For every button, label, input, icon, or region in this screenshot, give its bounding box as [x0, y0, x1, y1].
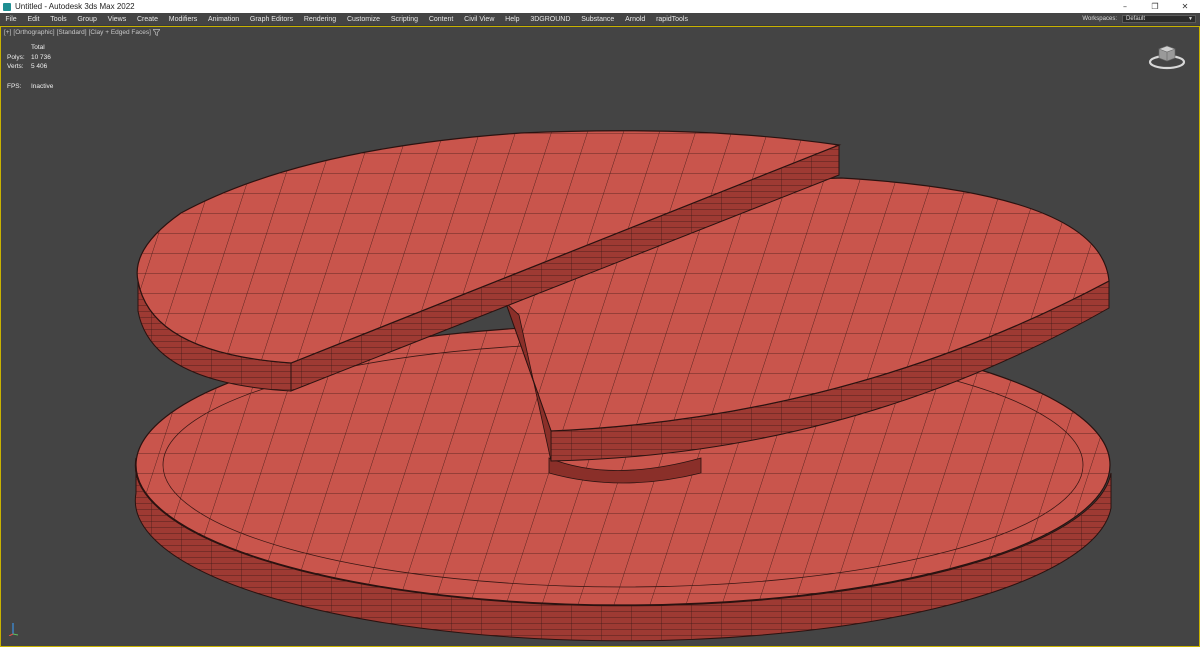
minimize-button[interactable]: –: [1110, 0, 1140, 13]
menu-substance[interactable]: Substance: [576, 16, 620, 23]
stats-fps-value: Inactive: [31, 82, 54, 90]
menu-content[interactable]: Content: [423, 16, 458, 23]
workspaces-control: Workspaces: Default ▼: [1082, 15, 1196, 23]
stats-header: Total: [31, 44, 45, 51]
title-bar: Untitled - Autodesk 3ds Max 2022 – ❐ ✕: [0, 0, 1200, 13]
menu-bar: File Edit Tools Group Views Create Modif…: [0, 13, 1200, 26]
viewcube-icon[interactable]: [1147, 41, 1187, 71]
restore-button[interactable]: ❐: [1140, 0, 1170, 13]
stats-fps-row: FPS: Inactive: [7, 82, 53, 92]
stats-fps-label: FPS:: [7, 82, 22, 90]
filter-icon[interactable]: [152, 29, 160, 36]
window-title: Untitled - Autodesk 3ds Max 2022: [15, 2, 135, 11]
menu-edit[interactable]: Edit: [22, 16, 45, 23]
menu-3dground[interactable]: 3DGROUND: [525, 16, 576, 23]
stats-polys-row: Polys: 10 736: [7, 53, 53, 63]
workspaces-dropdown[interactable]: Default ▼: [1122, 15, 1196, 23]
viewport-menu-plus[interactable]: [+]: [4, 29, 11, 36]
stats-polys-label: Polys:: [7, 53, 25, 61]
close-button[interactable]: ✕: [1170, 0, 1200, 13]
menu-customize[interactable]: Customize: [342, 16, 386, 23]
menu-graph-editors[interactable]: Graph Editors: [245, 16, 299, 23]
menu-rapidtools[interactable]: rapidTools: [651, 16, 694, 23]
menu-group[interactable]: Group: [72, 16, 102, 23]
menu-rendering[interactable]: Rendering: [298, 16, 341, 23]
scene-canvas[interactable]: [1, 27, 1199, 646]
window-controls: – ❐ ✕: [1110, 0, 1200, 13]
menu-tools[interactable]: Tools: [45, 16, 72, 23]
workspaces-value: Default: [1126, 16, 1146, 22]
menu-modifiers[interactable]: Modifiers: [163, 16, 202, 23]
stats-polys-value: 10 736: [31, 53, 51, 61]
menu-civil-view[interactable]: Civil View: [459, 16, 500, 23]
workspaces-label: Workspaces:: [1082, 16, 1117, 22]
menu-scripting[interactable]: Scripting: [385, 16, 423, 23]
statistics-overlay: Total Polys: 10 736 Verts: 5 406 FPS: In…: [7, 43, 53, 91]
menu-help[interactable]: Help: [500, 16, 525, 23]
viewport-label-bar: [+] [Orthographic] [Standard] [Clay + Ed…: [4, 29, 160, 36]
menu-create[interactable]: Create: [132, 16, 164, 23]
stats-verts-row: Verts: 5 406: [7, 62, 53, 72]
viewport-view-type[interactable]: [Orthographic]: [13, 29, 54, 36]
menu-animation[interactable]: Animation: [203, 16, 245, 23]
viewport-render-mode[interactable]: [Standard]: [57, 29, 87, 36]
axis-tripod-icon: [8, 623, 19, 636]
stats-verts-value: 5 406: [31, 63, 48, 70]
app-logo-icon: [3, 2, 11, 11]
stats-verts-label: Verts:: [7, 63, 24, 70]
menu-views[interactable]: Views: [102, 16, 131, 23]
menu-file[interactable]: File: [0, 16, 22, 23]
viewport-shading-mode[interactable]: [Clay + Edged Faces]: [89, 29, 151, 36]
menu-arnold[interactable]: Arnold: [620, 16, 651, 23]
perspective-viewport[interactable]: [+] [Orthographic] [Standard] [Clay + Ed…: [0, 26, 1200, 647]
chevron-down-icon: ▼: [1188, 16, 1193, 22]
